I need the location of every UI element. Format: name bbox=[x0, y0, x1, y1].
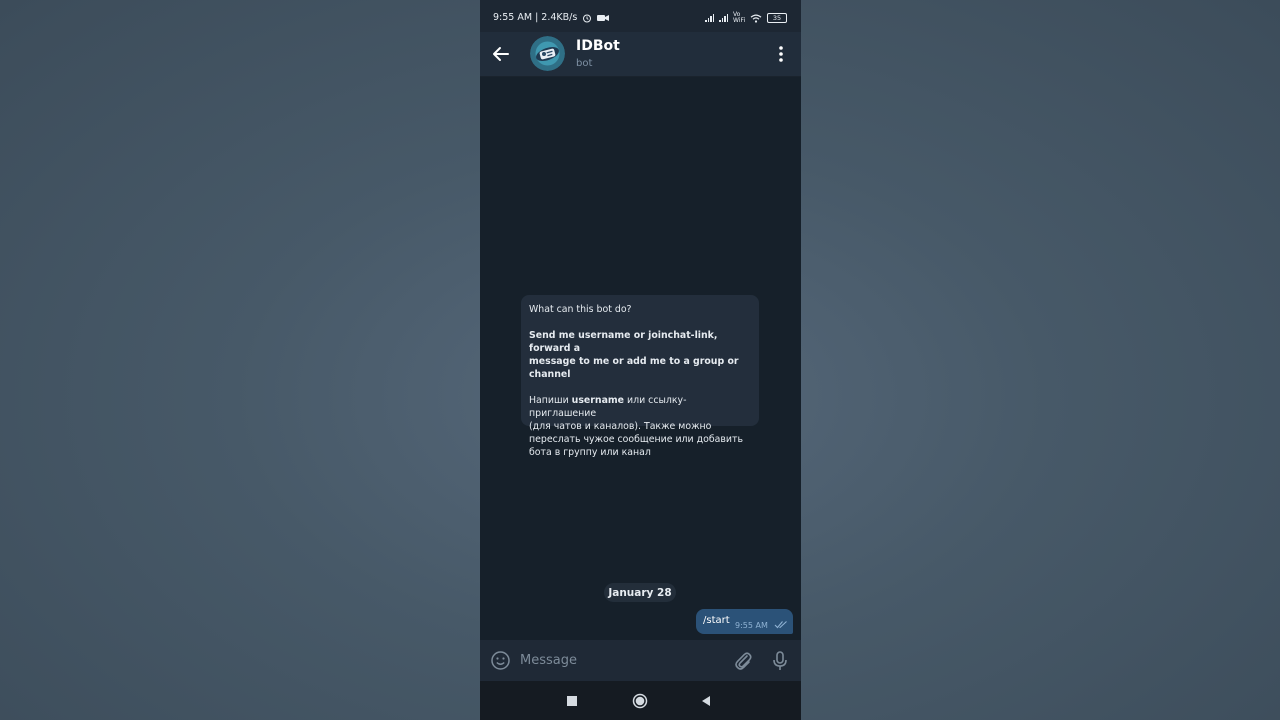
status-time: 9:55 AM | 2.4KB/s bbox=[493, 12, 578, 23]
status-bar: 9:55 AM | 2.4KB/s Vo WiFi 35 bbox=[480, 0, 801, 32]
battery-icon: 35 bbox=[767, 13, 787, 23]
chat-area: What can this bot do? Send me username o… bbox=[480, 77, 801, 640]
vowifi-label: Vo WiFi bbox=[733, 11, 746, 24]
bot-info-english-1: Send me username or joinchat-link, forwa… bbox=[529, 330, 718, 354]
outgoing-message[interactable]: /start 9:55 AM bbox=[696, 609, 793, 634]
bot-info-russian-4: бота в группу или канал bbox=[529, 447, 651, 458]
bot-info-russian-1: Напиши username или ссылку-приглашение bbox=[529, 394, 751, 420]
message-time: 9:55 AM bbox=[735, 621, 768, 630]
square-icon bbox=[567, 696, 577, 706]
bot-info-card: What can this bot do? Send me username o… bbox=[521, 295, 759, 458]
microphone-icon[interactable] bbox=[770, 650, 790, 672]
wifi-icon bbox=[750, 14, 762, 23]
back-arrow-icon[interactable] bbox=[490, 43, 512, 65]
bot-info-russian-3: переслать чужое сообщение или добавить bbox=[529, 434, 743, 445]
phone-screen: 9:55 AM | 2.4KB/s Vo WiFi 35 IDBot bot W… bbox=[480, 0, 801, 720]
video-record-icon bbox=[597, 14, 610, 21]
russian-prefix: Напиши bbox=[529, 395, 572, 406]
double-check-icon bbox=[774, 621, 787, 629]
chat-subtitle: bot bbox=[576, 58, 593, 69]
alarm-icon bbox=[583, 14, 592, 22]
bot-info-heading: What can this bot do? bbox=[529, 304, 632, 315]
home-button[interactable] bbox=[630, 691, 650, 711]
chat-title[interactable]: IDBot bbox=[576, 38, 620, 54]
more-vertical-icon[interactable] bbox=[771, 43, 791, 65]
bot-avatar-image bbox=[530, 36, 565, 71]
android-nav-bar bbox=[480, 681, 801, 720]
bot-info-russian-2: (для чатов и каналов). Также можно bbox=[529, 421, 712, 432]
signal-2-icon bbox=[719, 14, 728, 22]
paperclip-icon[interactable] bbox=[732, 650, 754, 672]
status-right: Vo WiFi 35 bbox=[705, 12, 787, 24]
emoji-icon[interactable] bbox=[490, 650, 511, 671]
status-left: 9:55 AM | 2.4KB/s bbox=[493, 12, 610, 23]
signal-1-icon bbox=[705, 14, 714, 22]
message-text: /start bbox=[703, 615, 730, 626]
chat-header: IDBot bot bbox=[480, 32, 801, 77]
date-divider: January 28 bbox=[604, 583, 676, 602]
russian-bold: username bbox=[571, 395, 625, 406]
message-composer bbox=[480, 640, 801, 681]
bot-avatar[interactable] bbox=[530, 36, 565, 71]
circle-home-icon bbox=[632, 693, 648, 709]
bot-info-english-2: message to me or add me to a group or ch… bbox=[529, 356, 739, 380]
recents-button[interactable] bbox=[562, 691, 582, 711]
back-button[interactable] bbox=[696, 691, 716, 711]
battery-level: 35 bbox=[772, 13, 782, 22]
message-input[interactable] bbox=[520, 648, 720, 672]
triangle-back-icon bbox=[702, 696, 710, 706]
